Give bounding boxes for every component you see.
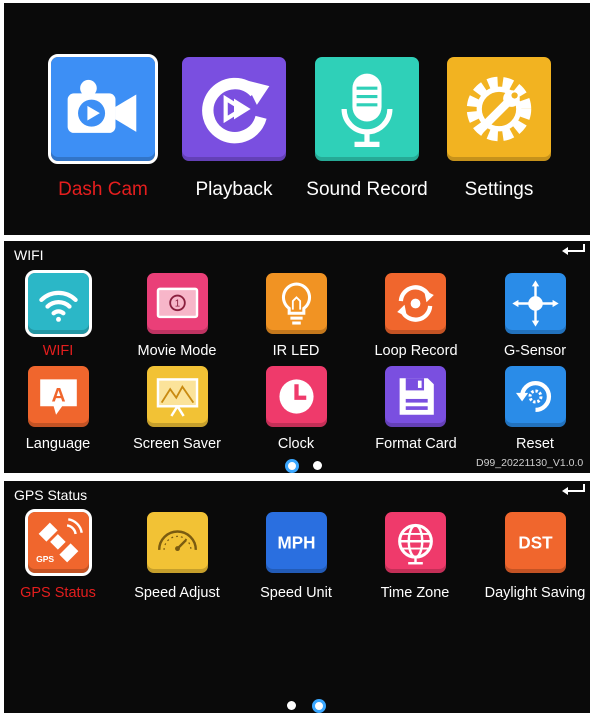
g-sensor-icon — [512, 280, 559, 327]
satellite-icon: GPS — [36, 518, 83, 564]
dst-badge-text: DST — [518, 534, 553, 553]
settings-label: Settings — [464, 179, 534, 200]
gear-wrench-icon — [466, 76, 532, 142]
dst-icon: DST — [518, 534, 553, 553]
format-card-button[interactable] — [385, 366, 446, 427]
screen-saver-label: Screen Saver — [133, 436, 221, 452]
speedometer-icon — [157, 530, 198, 552]
time-zone-button[interactable] — [385, 512, 446, 573]
globe-icon — [398, 523, 433, 565]
sound-record-button[interactable] — [315, 57, 419, 161]
reset-icon — [515, 380, 552, 413]
video-camera-icon — [67, 79, 137, 133]
settings-button[interactable] — [447, 57, 551, 161]
screen-saver-icon — [156, 378, 199, 417]
page-dot-2[interactable] — [313, 461, 322, 470]
main-menu-panel: Dash Cam Playback Sound Record Settings — [4, 3, 590, 235]
page-dot-1[interactable] — [285, 459, 299, 473]
mph-icon: MPH — [278, 534, 316, 553]
movie-mode-icon: 1 — [156, 287, 199, 319]
dash-cam-label: Dash Cam — [58, 179, 148, 200]
language-button[interactable]: A — [28, 366, 89, 427]
g-sensor-button[interactable] — [505, 273, 566, 334]
gps-status-button[interactable]: GPS — [25, 509, 92, 576]
reset-label: Reset — [516, 436, 554, 452]
microphone-icon — [341, 73, 393, 147]
svg-text:A: A — [51, 384, 65, 406]
language-icon: A — [40, 379, 77, 415]
loop-icon — [397, 285, 434, 322]
settings-page-2: GPS Status GPS GPS Status Speed Adjust M… — [4, 481, 590, 713]
sound-record-label: Sound Record — [306, 179, 428, 200]
dash-cam-button[interactable] — [48, 54, 158, 164]
mph-badge-text: MPH — [278, 534, 316, 553]
speed-unit-button[interactable]: MPH — [266, 512, 327, 573]
speed-adjust-label: Speed Adjust — [134, 585, 220, 601]
movie-mode-button[interactable]: 1 — [147, 273, 208, 334]
screen-saver-button[interactable] — [147, 366, 208, 427]
bulb-icon — [281, 282, 312, 325]
language-label: Language — [25, 436, 91, 452]
loop-record-button[interactable] — [385, 273, 446, 334]
ir-led-label: IR LED — [272, 343, 320, 359]
clock-icon — [279, 379, 314, 414]
playback-icon — [202, 77, 270, 144]
gps-badge-text: GPS — [36, 554, 54, 564]
wifi-icon — [39, 290, 78, 322]
gps-status-label: GPS Status — [20, 585, 96, 601]
back-arrow-icon[interactable] — [558, 241, 588, 255]
playback-label: Playback — [195, 179, 273, 200]
page-dot-2[interactable] — [312, 699, 326, 713]
page-dot-1[interactable] — [287, 701, 296, 710]
speed-adjust-button[interactable] — [147, 512, 208, 573]
wifi-button[interactable] — [25, 270, 92, 337]
playback-button[interactable] — [182, 57, 286, 161]
reset-button[interactable] — [505, 366, 566, 427]
time-zone-label: Time Zone — [380, 585, 450, 601]
floppy-icon — [399, 378, 434, 415]
movie-mode-label: Movie Mode — [137, 343, 217, 359]
firmware-version: D99_20221130_V1.0.0 — [476, 457, 584, 469]
loop-record-label: Loop Record — [374, 343, 458, 359]
settings-page-1: WIFI WIFI 1 Movie Mode IR LED Loop Recor… — [4, 241, 590, 473]
format-card-label: Format Card — [375, 436, 457, 452]
wifi-label: WIFI — [42, 343, 74, 359]
daylight-saving-label: Daylight Saving — [484, 585, 586, 601]
svg-text:1: 1 — [175, 299, 180, 310]
clock-label: Clock — [277, 436, 315, 452]
page-title: GPS Status — [14, 487, 88, 503]
speed-unit-label: Speed Unit — [260, 585, 332, 601]
daylight-saving-button[interactable]: DST — [505, 512, 566, 573]
clock-button[interactable] — [266, 366, 327, 427]
ir-led-button[interactable] — [266, 273, 327, 334]
back-arrow-icon[interactable] — [558, 481, 588, 495]
page-title: WIFI — [14, 247, 44, 263]
g-sensor-label: G-Sensor — [503, 343, 567, 359]
